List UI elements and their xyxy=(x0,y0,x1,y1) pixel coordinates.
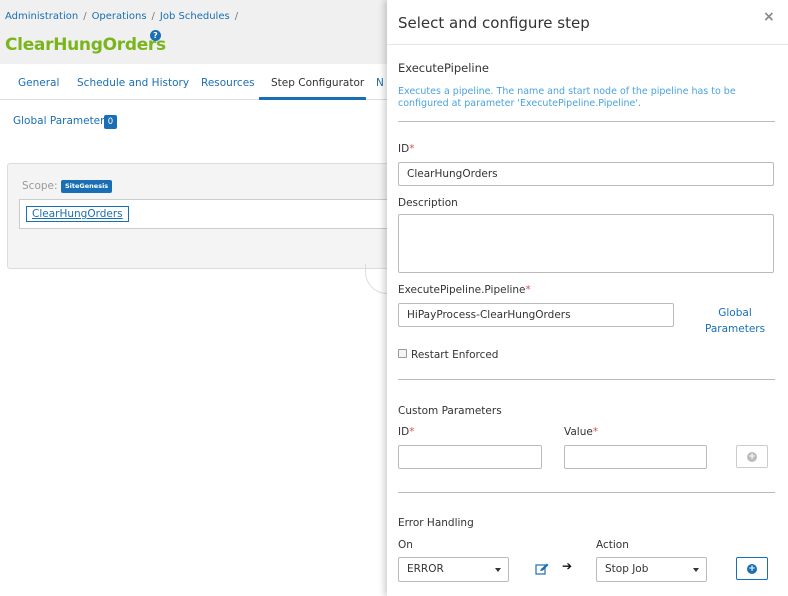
custom-value-label: Value* xyxy=(564,426,599,438)
add-error-handling-button[interactable]: + xyxy=(736,557,768,580)
tab-notifications[interactable]: N xyxy=(376,77,384,89)
custom-id-label: ID* xyxy=(398,426,415,438)
action-select[interactable]: Stop Job xyxy=(596,557,707,582)
breadcrumb-administration[interactable]: Administration xyxy=(5,11,78,22)
scope-flow-area: ClearHungOrders xyxy=(19,199,399,229)
configure-step-drawer: Select and configure step × ExecutePipel… xyxy=(387,0,788,596)
close-icon[interactable]: × xyxy=(763,9,775,25)
add-custom-parameter-button[interactable]: + xyxy=(736,445,768,468)
description-field[interactable] xyxy=(398,214,774,273)
scope-panel: Scope: SiteGenesis ClearHungOrders xyxy=(7,163,407,269)
on-label: On xyxy=(398,539,413,551)
custom-id-field[interactable] xyxy=(398,445,542,469)
id-label: ID* xyxy=(398,143,415,155)
active-tab-indicator xyxy=(259,97,366,100)
pipeline-label: ExecutePipeline.Pipeline* xyxy=(398,284,531,296)
restart-enforced-checkbox[interactable] xyxy=(398,349,407,358)
caret-down-icon xyxy=(693,568,699,572)
description-label: Description xyxy=(398,197,458,209)
scope-node-clearhungorders[interactable]: ClearHungOrders xyxy=(26,206,129,222)
pipeline-field[interactable] xyxy=(398,303,674,327)
breadcrumb-separator: / xyxy=(83,11,87,22)
step-description: Executes a pipeline. The name and start … xyxy=(398,86,736,109)
global-link-line2: Parameters xyxy=(705,323,766,335)
action-select-value: Stop Job xyxy=(605,563,649,575)
on-select-value: ERROR xyxy=(407,563,444,575)
scope-label: Scope: xyxy=(22,180,58,192)
divider xyxy=(398,379,775,380)
custom-value-field[interactable] xyxy=(564,445,707,469)
tab-schedule-and-history[interactable]: Schedule and History xyxy=(77,77,189,89)
global-parameters-drawer-link[interactable]: Global Parameters xyxy=(705,305,765,337)
on-select[interactable]: ERROR xyxy=(398,557,509,582)
breadcrumb-operations[interactable]: Operations xyxy=(92,11,147,22)
page-title: ClearHungOrders xyxy=(5,35,166,55)
global-parameters-count-badge: 0 xyxy=(104,115,117,129)
tab-general[interactable]: General xyxy=(18,77,59,89)
action-label: Action xyxy=(596,539,629,551)
error-handling-label: Error Handling xyxy=(398,517,474,529)
caret-down-icon xyxy=(495,568,501,572)
question-circle-icon[interactable]: ? xyxy=(150,30,161,41)
plus-circle-icon: + xyxy=(747,564,757,574)
edit-icon[interactable] xyxy=(535,563,549,575)
breadcrumb: Administration / Operations / Job Schedules / xyxy=(5,11,243,22)
breadcrumb-separator: / xyxy=(151,11,155,22)
step-name: ExecutePipeline xyxy=(398,61,489,75)
drawer-title: Select and configure step xyxy=(398,14,590,32)
scope-site-badge: SiteGenesis xyxy=(61,180,113,193)
divider xyxy=(398,492,775,493)
arrow-right-icon: ➔ xyxy=(562,559,573,573)
divider xyxy=(398,121,775,122)
global-link-line1: Global xyxy=(718,307,752,319)
tab-step-configurator[interactable]: Step Configurator xyxy=(271,77,364,89)
custom-parameters-label: Custom Parameters xyxy=(398,405,502,417)
plus-circle-icon: + xyxy=(747,452,757,462)
global-parameters-link[interactable]: Global Parameters xyxy=(13,115,110,127)
id-field[interactable] xyxy=(398,162,774,186)
restart-enforced-label: Restart Enforced xyxy=(411,349,499,361)
breadcrumb-job-schedules[interactable]: Job Schedules xyxy=(160,11,230,22)
breadcrumb-separator: / xyxy=(234,11,239,22)
tab-resources[interactable]: Resources xyxy=(201,77,255,89)
